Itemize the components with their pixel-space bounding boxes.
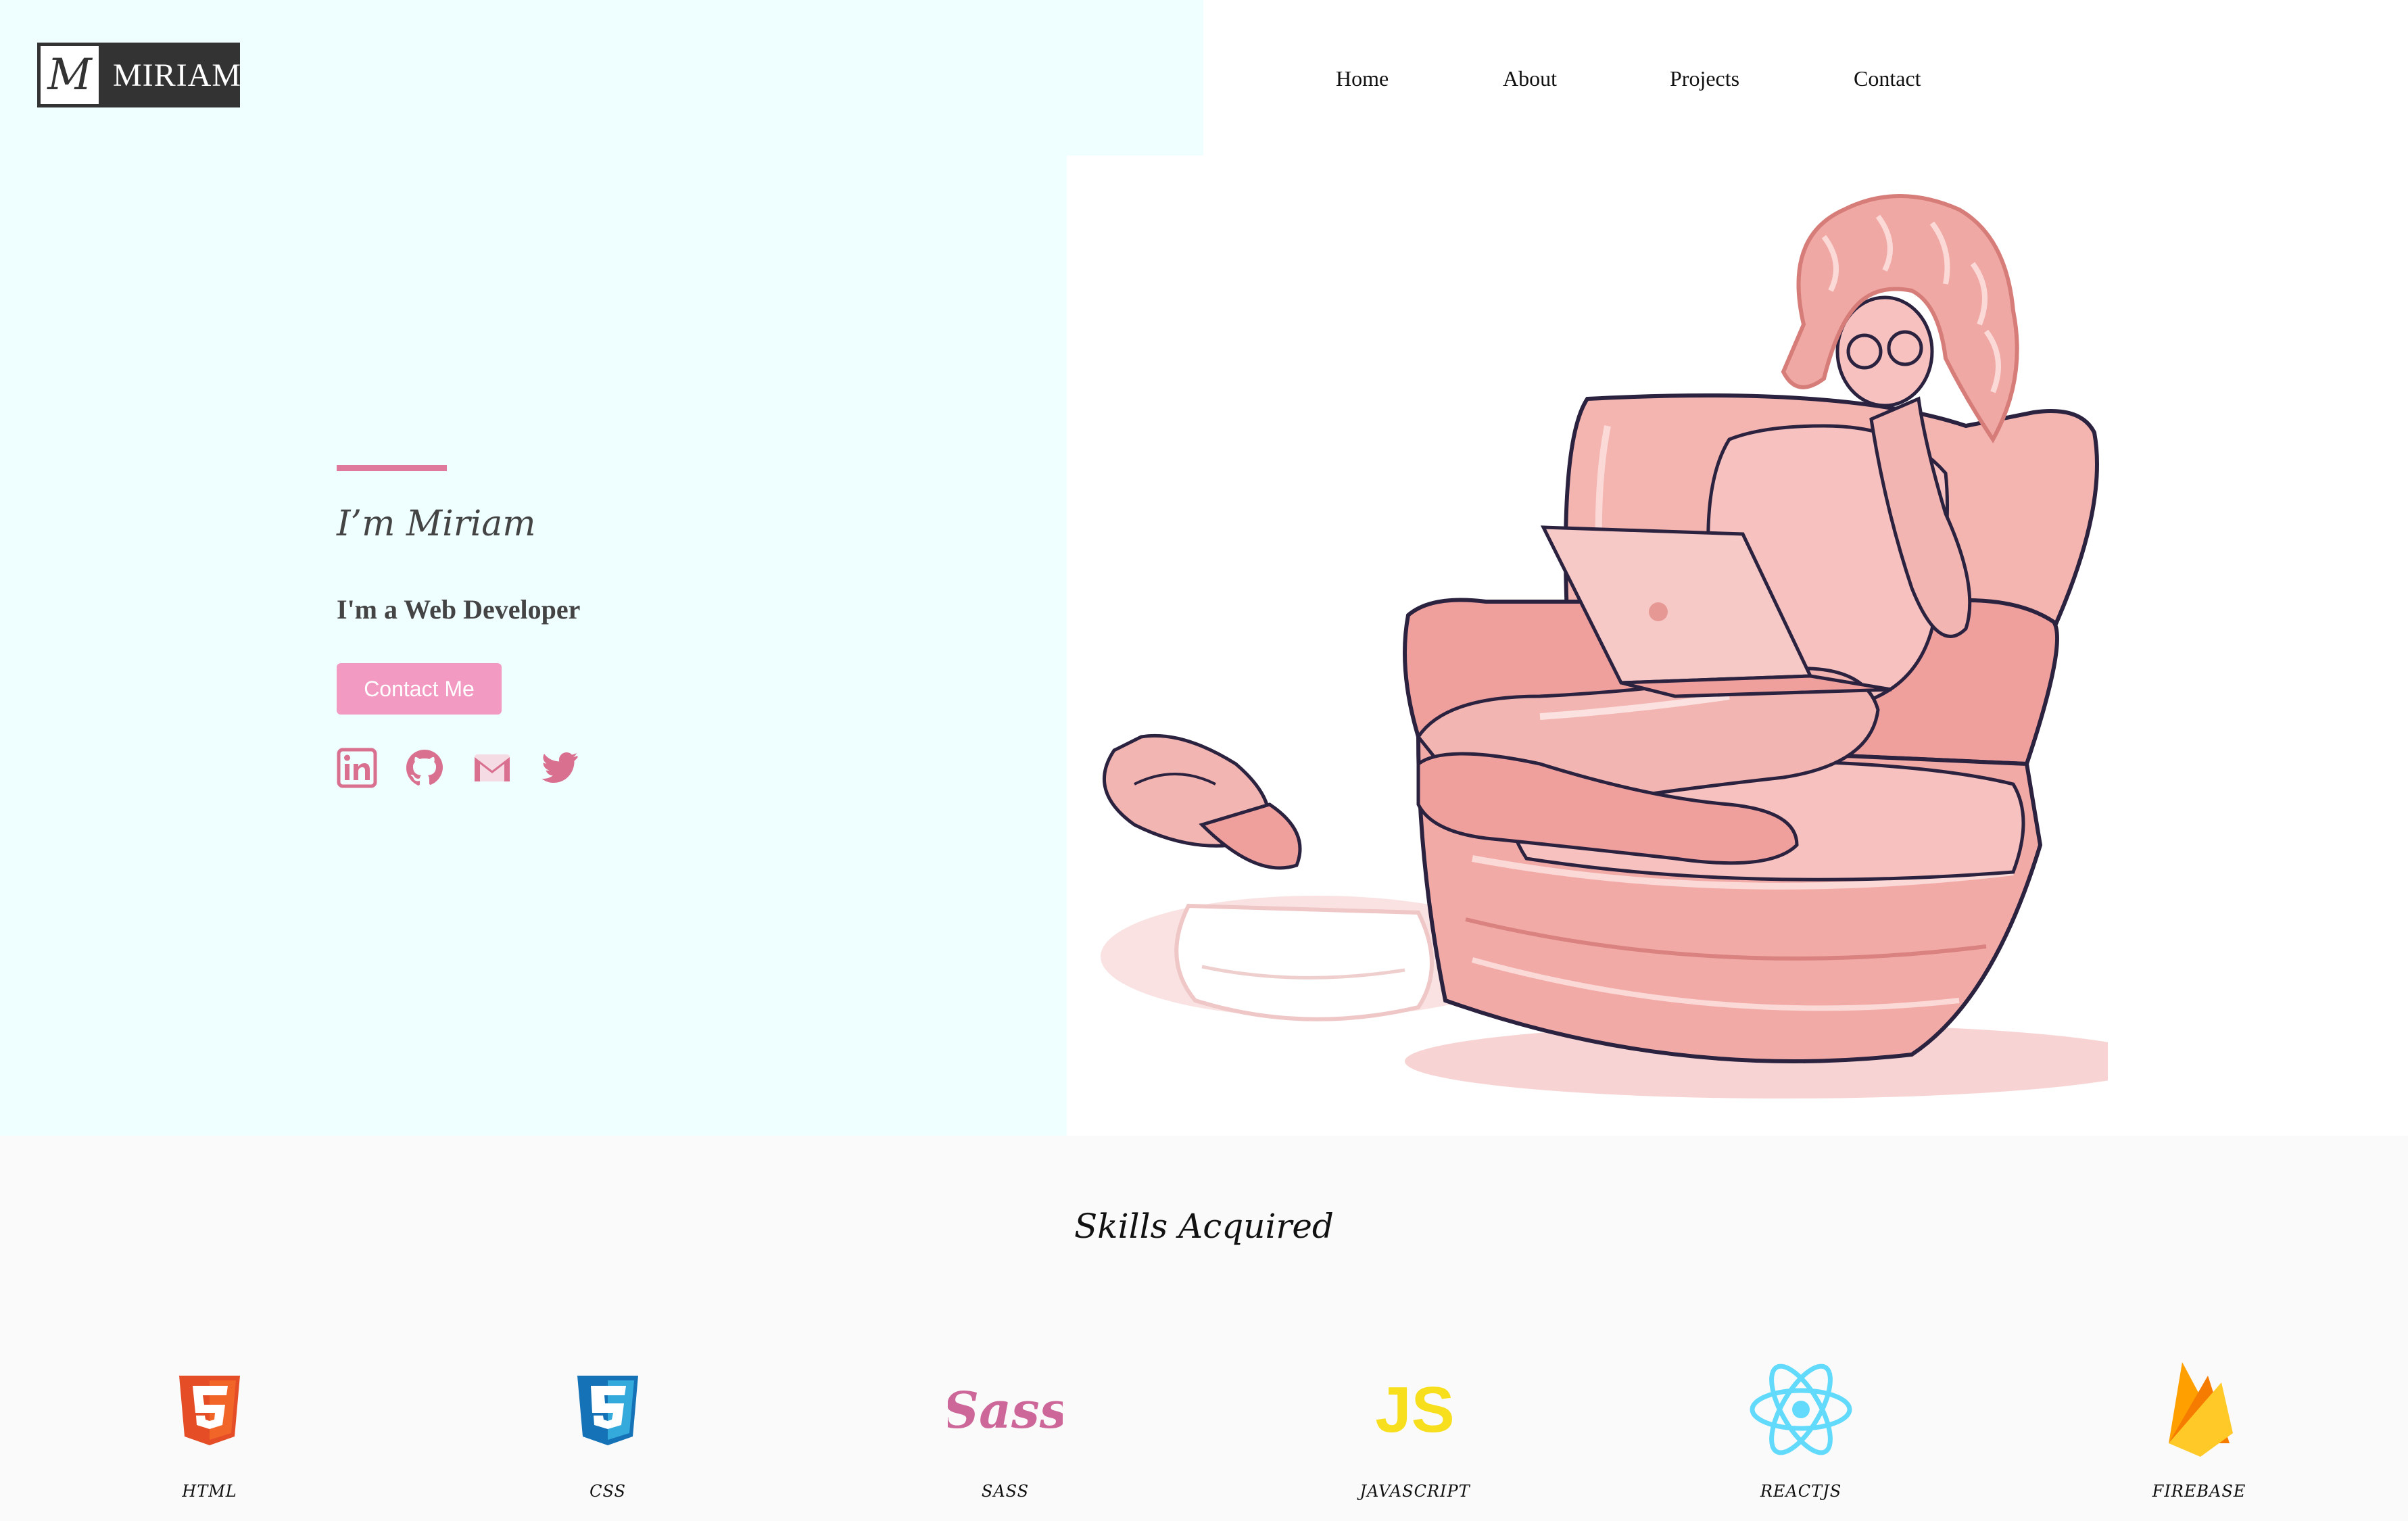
twitter-icon[interactable] bbox=[539, 748, 580, 788]
skill-label-sass: SASS bbox=[981, 1482, 1030, 1501]
contact-me-button[interactable]: Contact Me bbox=[337, 663, 502, 715]
skill-css: CSS bbox=[506, 1352, 709, 1501]
skill-html: HTML bbox=[108, 1352, 311, 1501]
skill-label-javascript: JAVASCRIPT bbox=[1359, 1482, 1470, 1501]
nav-home[interactable]: Home bbox=[1336, 65, 1389, 92]
main-nav: Home About Projects Contact bbox=[0, 65, 2408, 92]
firebase-icon bbox=[2169, 1362, 2233, 1457]
skill-label-firebase: FIREBASE bbox=[2152, 1482, 2246, 1501]
accent-bar bbox=[337, 465, 447, 471]
skill-javascript: JS JAVASCRIPT bbox=[1314, 1352, 1516, 1501]
hero-background bbox=[0, 155, 1067, 1136]
nav-contact[interactable]: Contact bbox=[1854, 65, 1921, 92]
css3-icon bbox=[577, 1376, 638, 1445]
hero-illustration bbox=[1101, 194, 2108, 1098]
linkedin-icon[interactable] bbox=[337, 748, 377, 788]
skill-firebase: FIREBASE bbox=[2098, 1352, 2301, 1501]
gmail-icon[interactable] bbox=[472, 748, 512, 788]
javascript-icon: JS bbox=[1375, 1374, 1454, 1446]
skill-reactjs: REACTJS bbox=[1700, 1352, 1902, 1501]
skills-title: Skills Acquired bbox=[1074, 1207, 1334, 1246]
hero-title: I’m Miriam bbox=[337, 504, 536, 544]
skills-background bbox=[0, 1136, 2408, 1521]
skill-sass: Sass SASS bbox=[904, 1352, 1107, 1501]
github-icon[interactable] bbox=[404, 748, 445, 788]
skill-label-html: HTML bbox=[182, 1482, 237, 1501]
react-icon bbox=[1750, 1363, 1852, 1455]
html5-icon bbox=[179, 1376, 240, 1445]
nav-about[interactable]: About bbox=[1503, 65, 1557, 92]
skill-label-reactjs: REACTJS bbox=[1760, 1482, 1842, 1501]
svg-text:Sass: Sass bbox=[948, 1382, 1063, 1440]
skill-label-css: CSS bbox=[589, 1482, 626, 1501]
sass-icon: Sass bbox=[948, 1382, 1063, 1440]
hero-subtitle: I'm a Web Developer bbox=[337, 594, 581, 625]
nav-projects[interactable]: Projects bbox=[1670, 65, 1739, 92]
social-links bbox=[337, 748, 580, 788]
svg-text:JS: JS bbox=[1375, 1374, 1454, 1446]
